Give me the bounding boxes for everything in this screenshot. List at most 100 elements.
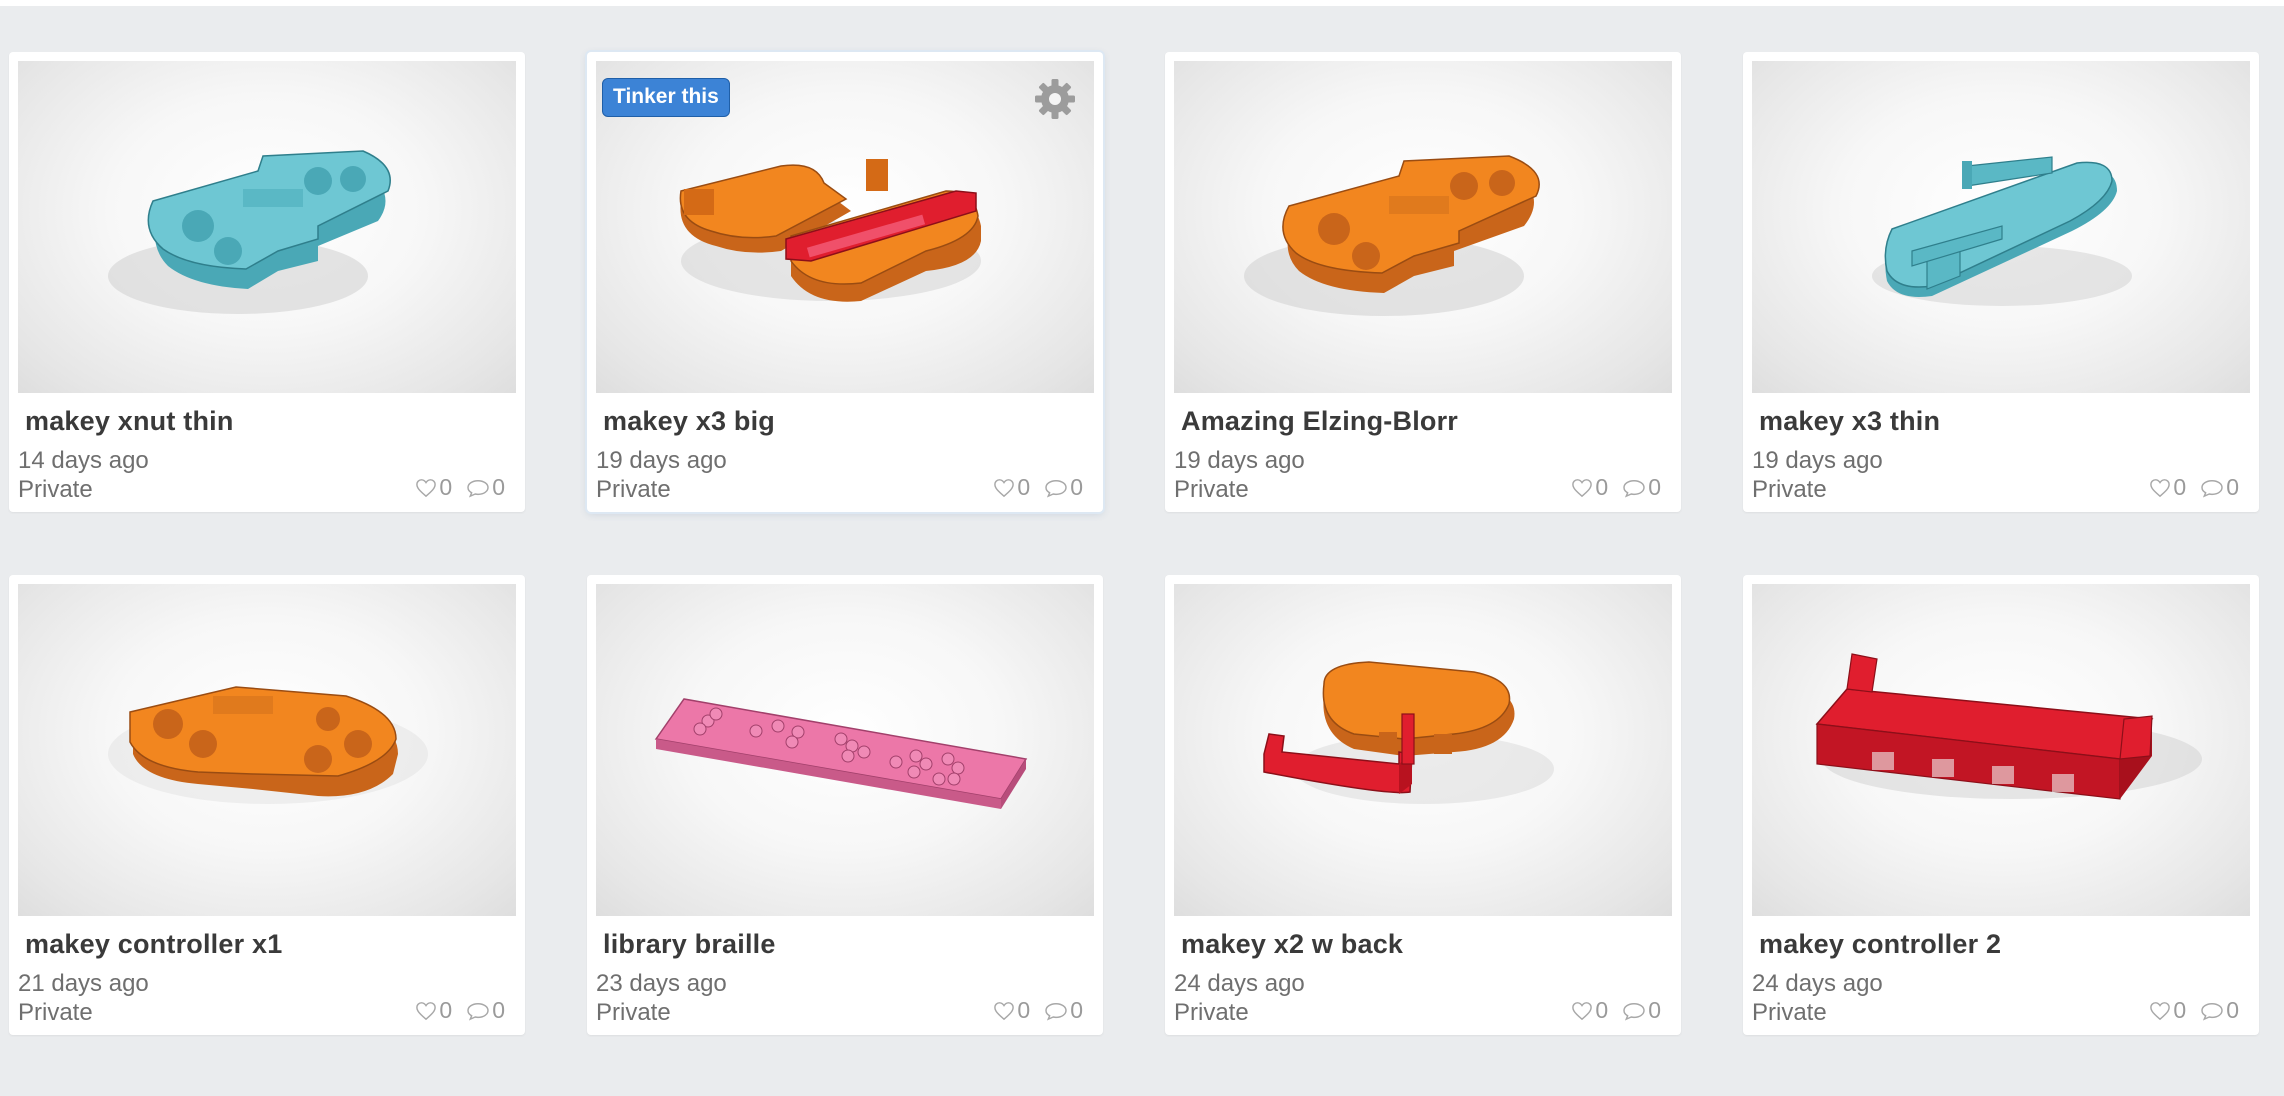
like-count[interactable]: 0 [2149, 474, 2186, 501]
like-count[interactable]: 0 [2149, 997, 2186, 1024]
design-card[interactable]: Tinker this makey x3 big 19 days ago Pri… [587, 52, 1103, 512]
pink-braille-model [654, 698, 1028, 809]
design-thumbnail[interactable] [1752, 61, 2250, 393]
design-stats: 0 0 [2149, 474, 2239, 501]
comment-count[interactable]: 0 [466, 474, 505, 501]
design-title[interactable]: makey controller x1 [25, 929, 282, 960]
comment-count[interactable]: 0 [1622, 997, 1661, 1024]
top-divider [0, 0, 2284, 6]
comments-value: 0 [492, 997, 505, 1023]
comments-value: 0 [2226, 997, 2239, 1023]
design-title[interactable]: makey controller 2 [1759, 929, 2001, 960]
heart-icon [1572, 1001, 1593, 1020]
comments-value: 0 [1070, 997, 1083, 1023]
privacy-label: Private [1752, 999, 1827, 1026]
comment-count[interactable]: 0 [1044, 474, 1083, 501]
like-count[interactable]: 0 [1571, 474, 1608, 501]
heart-icon [2150, 1001, 2171, 1020]
design-stats: 0 0 [993, 997, 1083, 1024]
design-title[interactable]: library braille [603, 929, 776, 960]
like-count[interactable]: 0 [993, 474, 1030, 501]
design-thumbnail[interactable] [1174, 61, 1672, 393]
privacy-label: Private [18, 999, 93, 1026]
design-date: 19 days ago [1174, 447, 1305, 474]
comments-value: 0 [1648, 997, 1661, 1023]
comments-value: 0 [1648, 474, 1661, 500]
privacy-label: Private [18, 476, 93, 503]
teal-nut-model [108, 150, 391, 314]
likes-value: 0 [2173, 474, 2187, 500]
comment-icon [1623, 479, 1645, 498]
heart-icon [2150, 478, 2171, 497]
privacy-label: Private [596, 476, 671, 503]
privacy-label: Private [1174, 476, 1249, 503]
like-count[interactable]: 0 [415, 474, 452, 501]
design-date: 14 days ago [18, 447, 149, 474]
heart-icon [416, 1001, 437, 1020]
design-title[interactable]: Amazing Elzing-Blorr [1181, 406, 1458, 437]
tinker-this-button[interactable]: Tinker this [602, 78, 730, 117]
comment-icon [467, 1002, 489, 1021]
design-date: 24 days ago [1752, 970, 1883, 997]
like-count[interactable]: 0 [993, 997, 1030, 1024]
likes-value: 0 [1595, 997, 1609, 1023]
comments-value: 0 [2226, 474, 2239, 500]
comments-value: 0 [492, 474, 505, 500]
orange-controller-model [108, 686, 428, 804]
design-thumbnail[interactable] [18, 584, 516, 916]
comment-icon [1045, 479, 1067, 498]
privacy-label: Private [1752, 476, 1827, 503]
design-date: 24 days ago [1174, 970, 1305, 997]
design-thumbnail[interactable] [1174, 584, 1672, 916]
design-card[interactable]: makey xnut thin 14 days ago Private 0 0 [9, 52, 525, 512]
design-card[interactable]: Amazing Elzing-Blorr 19 days ago Private… [1165, 52, 1681, 512]
design-thumbnail[interactable] [1752, 584, 2250, 916]
likes-value: 0 [1595, 474, 1609, 500]
design-title[interactable]: makey x3 big [603, 406, 775, 437]
design-title[interactable]: makey x3 thin [1759, 406, 1940, 437]
comment-icon [2201, 1002, 2223, 1021]
design-card[interactable]: makey controller 2 24 days ago Private 0… [1743, 575, 2259, 1035]
teal-plate-model [1872, 156, 2132, 306]
design-stats: 0 0 [2149, 997, 2239, 1024]
heart-icon [994, 478, 1015, 497]
likes-value: 0 [439, 474, 453, 500]
heart-icon [416, 478, 437, 497]
design-thumbnail[interactable] [596, 584, 1094, 916]
comment-count[interactable]: 0 [2200, 997, 2239, 1024]
comment-icon [2201, 479, 2223, 498]
design-card[interactable]: library braille 23 days ago Private 0 0 [587, 575, 1103, 1035]
design-title[interactable]: makey x2 w back [1181, 929, 1403, 960]
comment-icon [467, 479, 489, 498]
design-stats: 0 0 [415, 997, 505, 1024]
heart-icon [1572, 478, 1593, 497]
likes-value: 0 [2173, 997, 2187, 1023]
likes-value: 0 [1017, 474, 1031, 500]
heart-icon [994, 1001, 1015, 1020]
design-card[interactable]: makey x3 thin 19 days ago Private 0 0 [1743, 52, 2259, 512]
gear-icon[interactable] [1032, 76, 1078, 122]
design-date: 19 days ago [596, 447, 727, 474]
design-card[interactable]: makey x2 w back 24 days ago Private 0 0 [1165, 575, 1681, 1035]
design-stats: 0 0 [415, 474, 505, 501]
comment-count[interactable]: 0 [1044, 997, 1083, 1024]
orange-with-red-back-model [1263, 661, 1554, 804]
privacy-label: Private [1174, 999, 1249, 1026]
comments-value: 0 [1070, 474, 1083, 500]
design-stats: 0 0 [1571, 474, 1661, 501]
like-count[interactable]: 0 [1571, 997, 1608, 1024]
design-title[interactable]: makey xnut thin [25, 406, 234, 437]
design-stats: 0 0 [1571, 997, 1661, 1024]
comment-count[interactable]: 0 [1622, 474, 1661, 501]
design-date: 23 days ago [596, 970, 727, 997]
likes-value: 0 [439, 997, 453, 1023]
like-count[interactable]: 0 [415, 997, 452, 1024]
design-stats: 0 0 [993, 474, 1083, 501]
orange-nut-model [1244, 155, 1540, 316]
design-thumbnail[interactable] [18, 61, 516, 393]
design-card[interactable]: makey controller x1 21 days ago Private … [9, 575, 525, 1035]
privacy-label: Private [596, 999, 671, 1026]
comment-count[interactable]: 0 [2200, 474, 2239, 501]
comment-count[interactable]: 0 [466, 997, 505, 1024]
comment-icon [1045, 1002, 1067, 1021]
